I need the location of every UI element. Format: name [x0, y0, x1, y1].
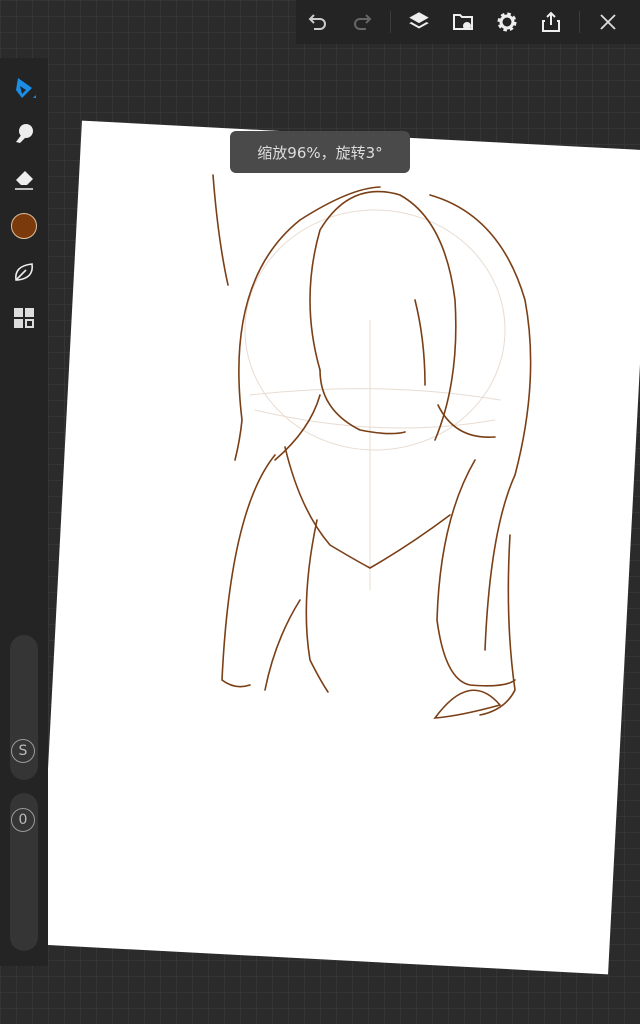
layers-icon — [409, 12, 429, 29]
share-icon — [542, 11, 560, 32]
brush-tool[interactable] — [0, 68, 48, 108]
tool-sidebar: S 0 — [0, 58, 48, 966]
settings-button[interactable] — [485, 0, 529, 44]
grid-icon — [14, 308, 34, 328]
gallery-icon — [453, 14, 473, 30]
leaf-icon — [15, 263, 34, 281]
leaf-tool[interactable] — [0, 252, 48, 292]
grid-tool[interactable] — [0, 298, 48, 338]
current-color-swatch — [11, 213, 37, 239]
smudge-tool[interactable] — [0, 114, 48, 154]
undo-icon — [308, 14, 326, 30]
divider — [579, 11, 580, 33]
gallery-button[interactable] — [441, 0, 485, 44]
smudge-icon — [16, 124, 33, 143]
construction-lines — [244, 209, 506, 591]
top-toolbar — [296, 0, 640, 44]
eraser-tool[interactable] — [0, 160, 48, 200]
undo-button[interactable] — [296, 0, 340, 44]
redo-button[interactable] — [340, 0, 384, 44]
redo-icon — [354, 14, 372, 30]
close-button[interactable] — [586, 0, 630, 44]
settings-icon — [497, 12, 517, 32]
divider — [390, 11, 391, 33]
eraser-icon — [15, 171, 33, 190]
zoom-rotation-toast: 缩放96%，旋转3° — [230, 131, 410, 173]
brush-icon — [16, 78, 36, 98]
color-picker[interactable] — [0, 206, 48, 246]
size-slider-knob[interactable]: S — [11, 739, 35, 763]
share-button[interactable] — [529, 0, 573, 44]
opacity-slider-knob[interactable]: 0 — [11, 808, 35, 832]
layers-button[interactable] — [397, 0, 441, 44]
close-icon — [600, 14, 616, 30]
